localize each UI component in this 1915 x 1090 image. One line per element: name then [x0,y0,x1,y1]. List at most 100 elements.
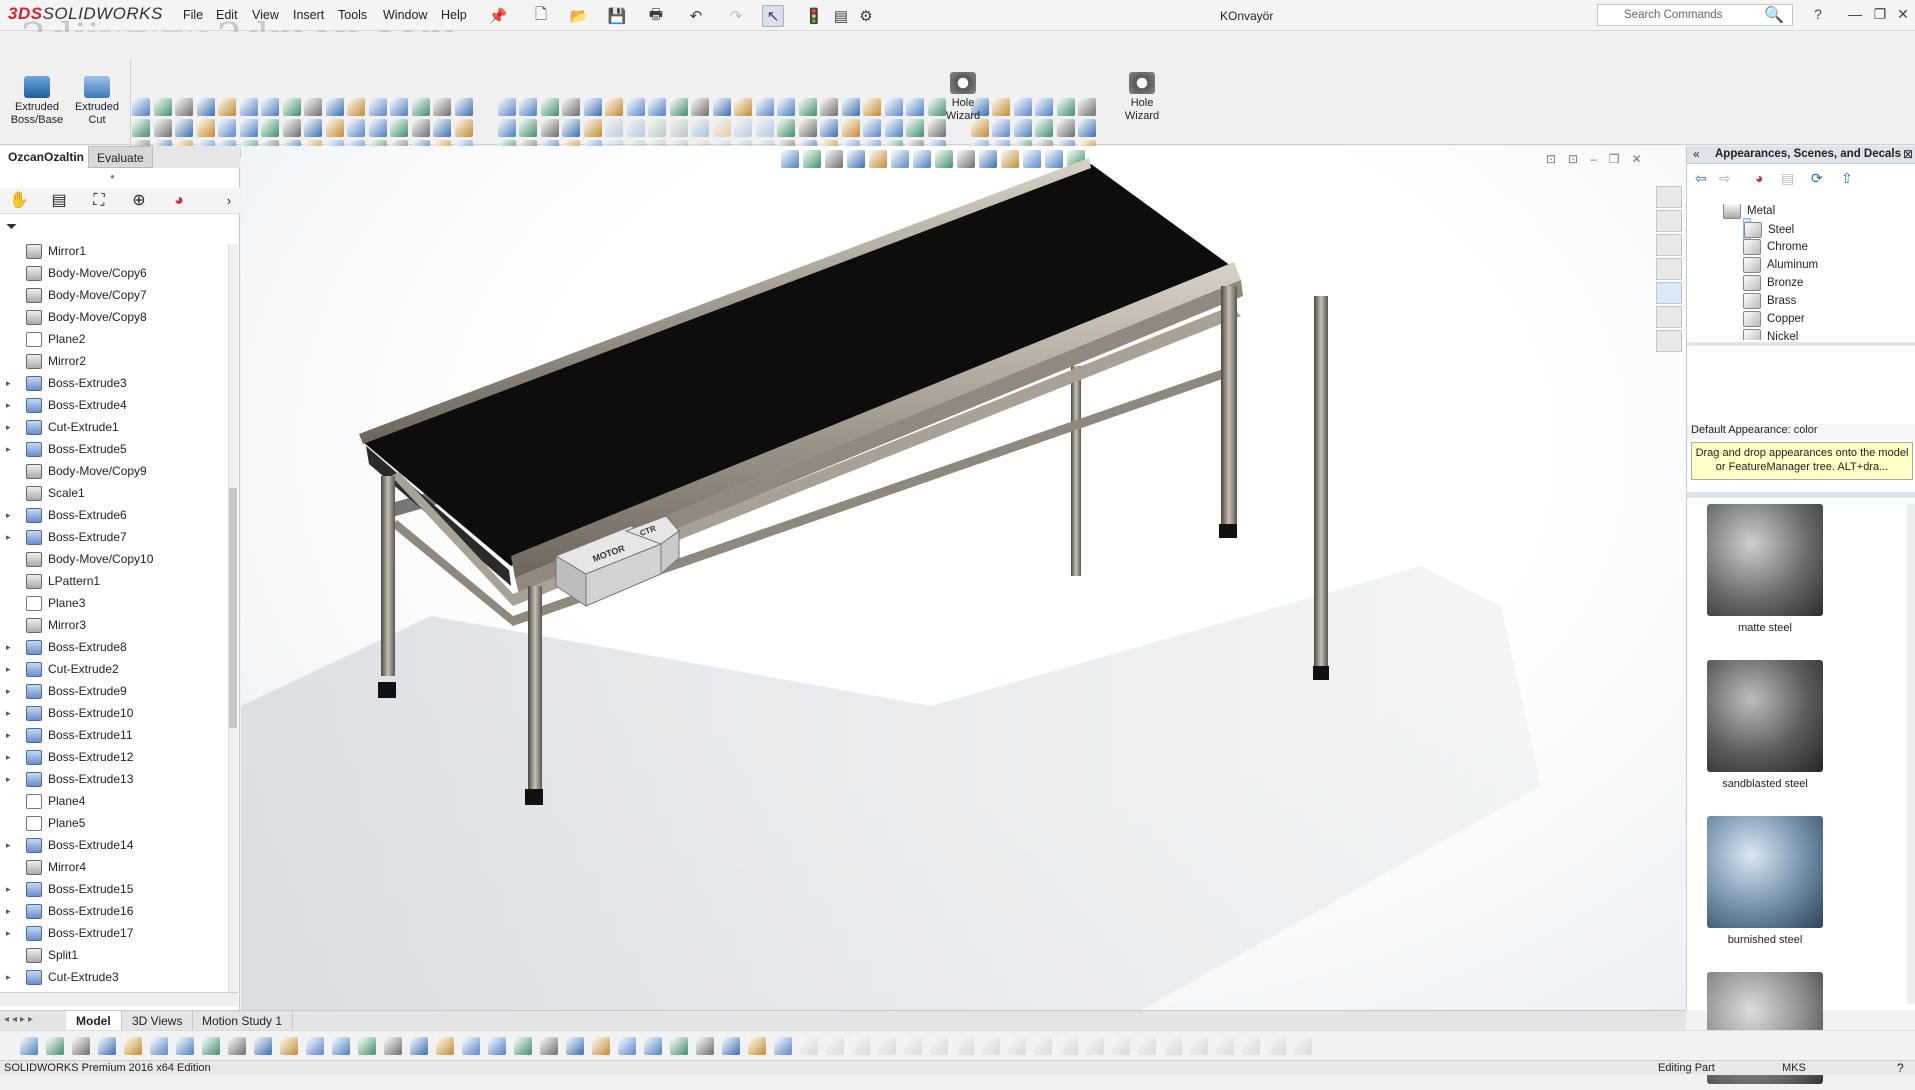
tree-item[interactable]: Mirror4 [0,856,232,878]
file-properties-icon[interactable]: ▤ [830,5,852,27]
tab-model[interactable]: Model [66,1011,122,1031]
selection-tool-icon[interactable] [176,1037,194,1055]
selection-tool-icon[interactable] [410,1037,428,1055]
help-icon[interactable]: ? [1808,6,1828,26]
tree-item[interactable]: ▸ Boss-Extrude7 [0,526,232,548]
expand-arrow-icon[interactable]: ▸ [6,372,11,394]
new-document-icon[interactable]: 🗋 [530,5,552,27]
ribbon-tool-icon[interactable] [691,119,709,137]
tree-item[interactable]: Body-Move/Copy7 [0,284,232,306]
tree-item[interactable]: Body-Move/Copy9 [0,460,232,482]
help-icon-status[interactable]: ? [1897,1061,1904,1075]
ribbon-tool-icon[interactable] [648,98,666,116]
ribbon-tool-icon[interactable] [863,98,881,116]
tree-horizontal-scrollbar[interactable] [0,992,238,1006]
menu-file[interactable]: File [183,8,203,22]
chevron-right-icon[interactable]: › [218,190,240,212]
selection-tool-icon[interactable] [566,1037,584,1055]
selection-tool-icon[interactable] [384,1037,402,1055]
selection-tool-icon[interactable] [332,1037,350,1055]
selection-tool-icon[interactable] [1294,1037,1312,1055]
expand-arrow-icon[interactable]: ▸ [6,504,11,526]
ribbon-tool-icon[interactable] [1035,98,1053,116]
open-icon[interactable]: 📂 [568,5,590,27]
menu-window[interactable]: Window [383,8,427,22]
tree-item[interactable]: ▸ Cut-Extrude2 [0,658,232,680]
ribbon-tool-icon[interactable] [562,119,580,137]
selection-tool-icon[interactable] [930,1037,948,1055]
selection-tool-icon[interactable] [1268,1037,1286,1055]
tree-item[interactable]: ▸ Boss-Extrude14 [0,834,232,856]
selection-tool-icon[interactable] [982,1037,1000,1055]
tree-item[interactable]: ▸ Cut-Extrude1 [0,416,232,438]
selection-tool-icon[interactable] [46,1037,64,1055]
ribbon-tool-icon[interactable] [454,98,473,116]
tree-item[interactable]: ▸ Cut-Extrude3 [0,966,232,988]
ribbon-tool-icon[interactable] [777,119,795,137]
selection-tool-icon[interactable] [1164,1037,1182,1055]
ribbon-tool-icon[interactable] [734,98,752,116]
ribbon-tool-icon[interactable] [626,98,645,116]
ribbon-tool-icon[interactable] [519,98,537,116]
selection-tool-icon[interactable] [514,1037,532,1055]
ribbon-tool-icon[interactable] [347,98,365,116]
ribbon-tool-icon[interactable] [1078,98,1096,116]
tree-item[interactable]: Plane4 [0,790,232,812]
selection-tool-icon[interactable] [826,1037,844,1055]
ribbon-tool-icon[interactable] [540,119,559,137]
selection-tool-icon[interactable] [124,1037,142,1055]
selection-tool-icon[interactable] [540,1037,558,1055]
selection-tool-icon[interactable] [748,1037,766,1055]
ribbon-tool-icon[interactable] [583,98,602,116]
tree-item[interactable]: ▸ Boss-Extrude4 [0,394,232,416]
ribbon-tool-icon[interactable] [1035,119,1053,137]
ribbon-tool-icon[interactable] [347,119,365,137]
minimize-icon[interactable]: — [1845,6,1865,26]
selection-tool-icon[interactable] [956,1037,974,1055]
tab-3d-views[interactable]: 3D Views [122,1011,194,1031]
ribbon-tool-icon[interactable] [820,119,838,137]
ribbon-tool-icon[interactable] [368,98,387,116]
selection-tool-icon[interactable] [306,1037,324,1055]
tree-item[interactable]: ▸ Boss-Extrude11 [0,724,232,746]
filter-icon[interactable]: ⏷ [6,218,17,235]
ribbon-tool-icon[interactable] [368,119,387,137]
tree-item[interactable]: Mirror3 [0,614,232,636]
tree-item[interactable]: ▸ Boss-Extrude16 [0,900,232,922]
forum-tab-icon[interactable] [1656,330,1682,352]
ribbon-tool-icon[interactable] [777,98,795,116]
selection-tool-icon[interactable] [722,1037,740,1055]
ribbon-tool-icon[interactable] [884,98,903,116]
design-library-tab-icon[interactable] [1656,210,1682,232]
tree-item[interactable]: ▸ Boss-Extrude6 [0,504,232,526]
selection-tool-icon[interactable] [774,1037,792,1055]
ribbon-tool-icon[interactable] [282,98,301,116]
expand-arrow-icon[interactable]: ▸ [6,636,11,658]
ribbon-tool-icon[interactable] [175,98,193,116]
selection-tool-icon[interactable] [904,1037,922,1055]
file-explorer-tab-icon[interactable] [1656,234,1682,256]
expand-arrow-icon[interactable]: ▸ [6,768,11,790]
swatch-matte-steel[interactable]: matte steel [1707,504,1823,634]
expand-arrow-icon[interactable]: ▸ [6,680,11,702]
menu-insert[interactable]: Insert [293,8,324,22]
redo-icon[interactable]: ↷ [725,5,747,27]
menu-help[interactable]: Help [441,8,467,22]
tree-item[interactable]: Body-Move/Copy10 [0,548,232,570]
expand-arrow-icon[interactable]: ▸ [6,658,11,680]
rebuild-icon[interactable]: 🚦 [803,5,825,27]
display-manager-tab-icon[interactable]: ◕ [168,190,190,212]
hole-wizard-button-2[interactable]: Hole Wizard [1113,72,1171,123]
selection-tool-icon[interactable] [436,1037,454,1055]
ribbon-tool-icon[interactable] [175,119,193,137]
ribbon-tool-icon[interactable] [648,119,666,137]
ribbon-tool-icon[interactable] [583,119,602,137]
selection-tool-icon[interactable] [1008,1037,1026,1055]
ribbon-tool-icon[interactable] [390,98,408,116]
expand-arrow-icon[interactable]: ▸ [6,702,11,724]
selection-tool-icon[interactable] [670,1037,688,1055]
property-manager-tab-icon[interactable]: ▤ [48,190,70,212]
ribbon-tool-icon[interactable] [433,98,451,116]
selection-tool-icon[interactable] [1086,1037,1104,1055]
selection-tool-icon[interactable] [618,1037,636,1055]
